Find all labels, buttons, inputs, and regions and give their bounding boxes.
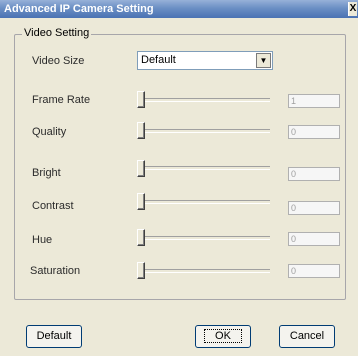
frame-rate-slider-track[interactable] xyxy=(140,98,270,102)
hue-label: Hue xyxy=(32,234,53,246)
contrast-label: Contrast xyxy=(32,200,74,212)
hue-value[interactable]: 0 xyxy=(288,232,340,246)
saturation-slider-thumb[interactable] xyxy=(137,262,145,279)
contrast-slider-thumb[interactable] xyxy=(137,193,145,210)
bright-slider-track[interactable] xyxy=(140,166,270,170)
video-size-value: Default xyxy=(141,54,176,66)
saturation-value[interactable]: 0 xyxy=(288,264,340,278)
quality-value[interactable]: 0 xyxy=(288,125,340,139)
hue-slider-thumb[interactable] xyxy=(137,229,145,246)
close-icon: X xyxy=(349,3,357,14)
contrast-value[interactable]: 0 xyxy=(288,201,340,215)
frame-rate-slider-thumb[interactable] xyxy=(137,91,145,108)
title-bar[interactable]: Advanced IP Camera Setting X xyxy=(0,0,358,18)
video-size-select[interactable]: Default ▼ xyxy=(137,51,273,70)
ok-button-label: OK xyxy=(204,329,242,343)
default-button-label: Default xyxy=(36,330,72,342)
cancel-button[interactable]: Cancel xyxy=(279,325,335,348)
bright-label: Bright xyxy=(32,167,61,179)
default-button[interactable]: Default xyxy=(26,325,82,348)
frame-rate-value[interactable]: 1 xyxy=(288,94,340,108)
ok-button[interactable]: OK xyxy=(195,325,251,348)
saturation-slider-track[interactable] xyxy=(140,269,270,273)
saturation-label: Saturation xyxy=(30,265,81,277)
dialog-window: Advanced IP Camera Setting X Video Setti… xyxy=(0,0,358,356)
quality-label: Quality xyxy=(32,126,67,138)
cancel-button-label: Cancel xyxy=(289,330,325,342)
bright-slider-thumb[interactable] xyxy=(137,160,145,177)
quality-slider-track[interactable] xyxy=(140,129,270,133)
group-title: Video Setting xyxy=(22,27,92,39)
window-title: Advanced IP Camera Setting xyxy=(4,3,154,15)
close-button[interactable]: X xyxy=(348,2,357,16)
frame-rate-label: Frame Rate xyxy=(32,94,91,106)
video-size-label: Video Size xyxy=(32,55,85,67)
quality-slider-thumb[interactable] xyxy=(137,122,145,139)
hue-slider-track[interactable] xyxy=(140,236,270,240)
contrast-slider-track[interactable] xyxy=(140,200,270,204)
bright-value[interactable]: 0 xyxy=(288,167,340,181)
dropdown-arrow-icon[interactable]: ▼ xyxy=(256,53,271,68)
